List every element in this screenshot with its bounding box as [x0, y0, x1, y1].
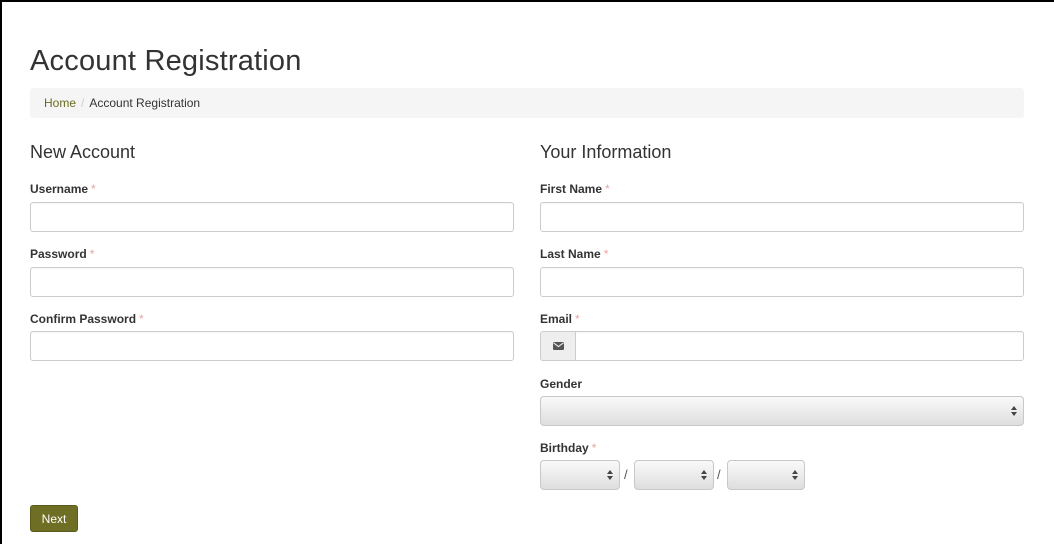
envelope-icon	[540, 331, 575, 361]
username-label-text: Username	[30, 182, 89, 196]
select-arrows-icon	[792, 470, 798, 480]
date-separator: /	[717, 467, 721, 482]
password-input[interactable]	[30, 267, 514, 297]
required-asterisk: *	[91, 182, 96, 196]
select-arrows-icon	[701, 470, 707, 480]
required-asterisk: *	[575, 312, 580, 326]
confirm-password-label-text: Confirm Password	[30, 312, 137, 326]
last-name-label: Last Name *	[540, 247, 608, 261]
breadcrumb-home-link[interactable]: Home	[44, 96, 76, 110]
confirm-password-label: Confirm Password *	[30, 312, 144, 326]
email-label-text: Email	[540, 312, 573, 326]
username-label: Username *	[30, 182, 96, 196]
required-asterisk: *	[591, 441, 597, 455]
required-asterisk: *	[139, 312, 144, 326]
birthday-label-text: Birthday	[540, 441, 589, 455]
select-arrows-icon	[1011, 406, 1017, 416]
email-label: Email *	[540, 312, 580, 326]
gender-select[interactable]	[540, 396, 1024, 426]
breadcrumb: Home / Account Registration	[30, 88, 1024, 118]
birthday-label: Birthday *	[540, 441, 596, 455]
date-separator: /	[624, 467, 628, 482]
confirm-password-input[interactable]	[30, 331, 514, 361]
new-account-heading: New Account	[30, 142, 136, 162]
first-name-label: First Name *	[540, 182, 610, 196]
required-asterisk: *	[603, 247, 609, 261]
breadcrumb-separator: /	[81, 96, 85, 110]
birthday-month-select[interactable]	[540, 460, 620, 490]
email-input-group	[540, 331, 1024, 361]
gender-label-text: Gender	[540, 377, 583, 391]
next-button[interactable]: Next	[30, 505, 78, 532]
birthday-day-select[interactable]	[634, 460, 714, 490]
last-name-input[interactable]	[540, 267, 1024, 297]
select-arrows-icon	[607, 470, 613, 480]
email-input[interactable]	[575, 331, 1024, 361]
birthday-year-select[interactable]	[727, 460, 805, 490]
password-label-text: Password	[30, 247, 87, 261]
first-name-input[interactable]	[540, 202, 1024, 232]
gender-label: Gender	[540, 377, 582, 391]
last-name-label-text: Last Name	[540, 247, 601, 261]
password-label: Password *	[30, 247, 94, 261]
first-name-label-text: First Name	[540, 182, 603, 196]
breadcrumb-current: Account Registration	[89, 96, 201, 110]
required-asterisk: *	[89, 247, 95, 261]
page-title: Account Registration	[30, 45, 302, 77]
envelope-icon-glyph	[552, 342, 564, 350]
required-asterisk: *	[605, 182, 610, 196]
username-input[interactable]	[30, 202, 514, 232]
your-information-heading: Your Information	[540, 142, 672, 162]
